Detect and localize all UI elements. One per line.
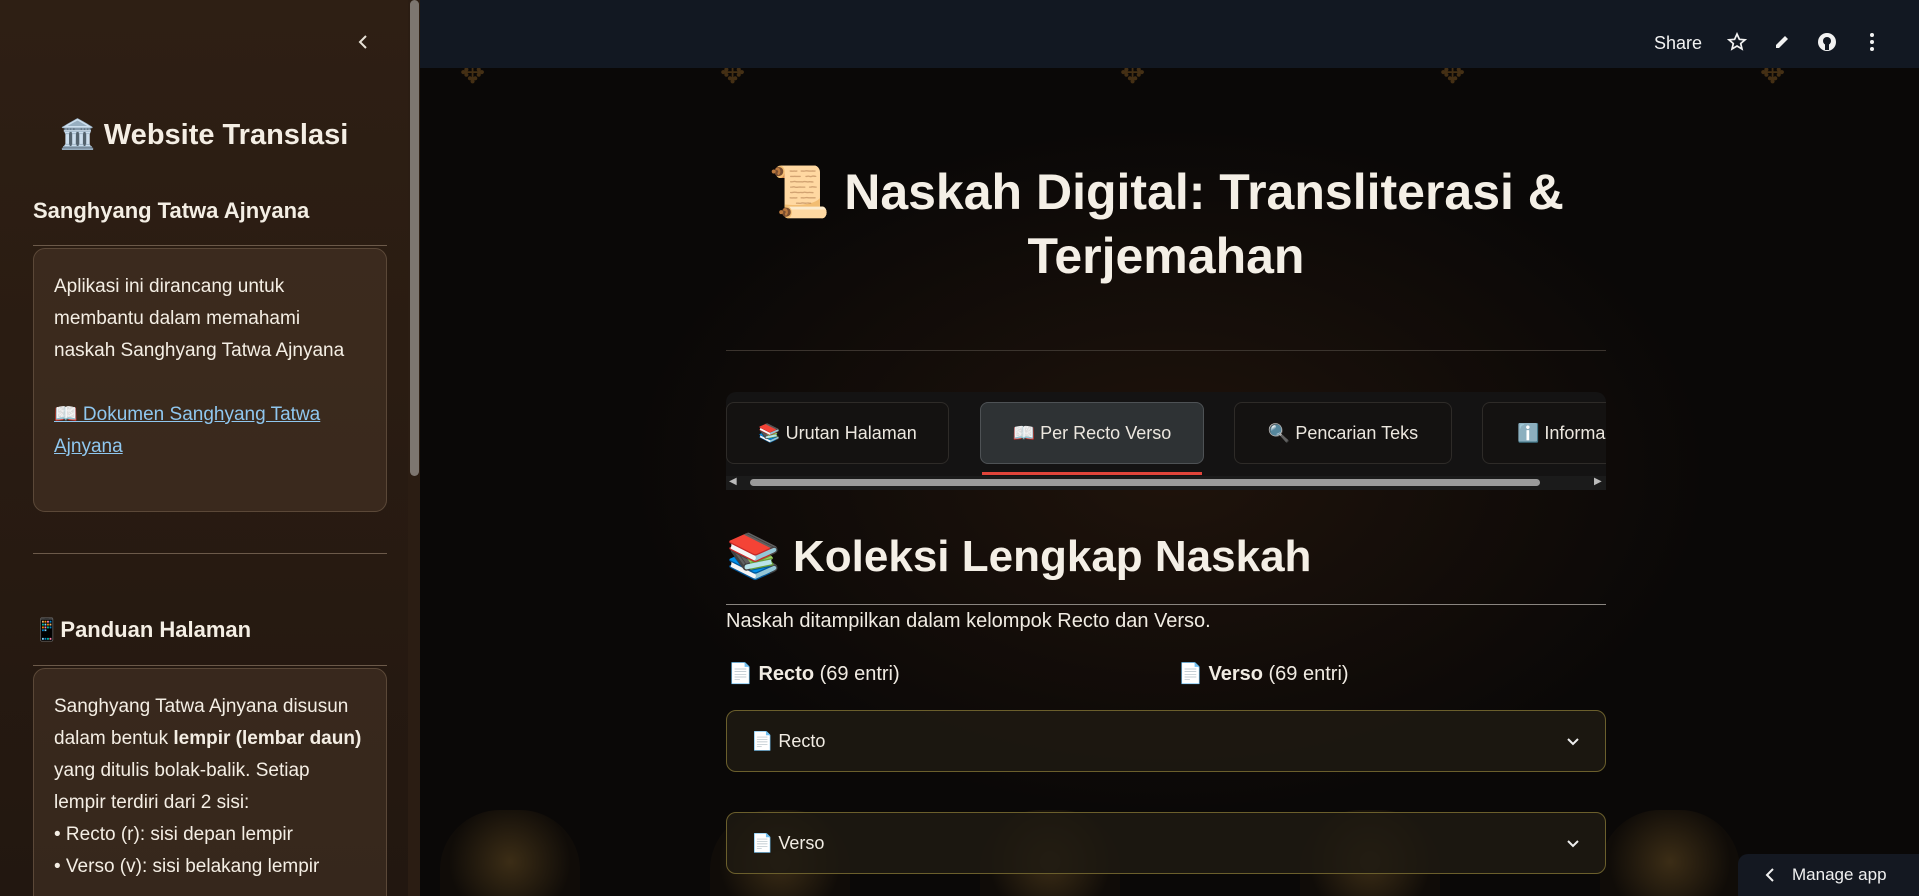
tab-pencarian-teks[interactable]: 🔍 Pencarian Teks	[1234, 402, 1452, 464]
verso-summary-count: (69 entri)	[1268, 663, 1349, 685]
collapse-sidebar-button[interactable]	[352, 30, 376, 54]
edit-pencil-icon[interactable]	[1771, 31, 1793, 53]
divider	[726, 604, 1606, 605]
verso-summary-label: Verso	[1208, 663, 1263, 685]
manage-app-button[interactable]: Manage app	[1738, 854, 1919, 896]
divider	[33, 665, 387, 666]
scroll-left-arrow-icon[interactable]: ◀	[729, 476, 737, 487]
expander-label: 📄 Verso	[751, 832, 825, 853]
active-tab-indicator	[982, 472, 1202, 475]
verso-summary: 📄 Verso (69 entri)	[1178, 661, 1349, 686]
document-link[interactable]: 📖 Dokumen Sanghyang Tatwa Ajnyana	[54, 399, 366, 463]
more-menu-icon[interactable]	[1861, 31, 1883, 53]
divider	[33, 245, 387, 246]
chevron-left-icon	[358, 35, 367, 49]
verso-expander[interactable]: 📄 Verso	[726, 812, 1606, 874]
intro-text: Aplikasi ini dirancang untuk membantu da…	[54, 276, 345, 361]
section-description: Naskah ditampilkan dalam kelompok Recto …	[726, 610, 1211, 632]
sidebar-heading-naskah: Sanghyang Tatwa Ajnyana	[33, 198, 310, 223]
github-icon[interactable]	[1816, 31, 1838, 53]
tab-scrollbar-thumb[interactable]	[750, 479, 1540, 486]
sidebar-scrollbar-thumb[interactable]	[410, 0, 419, 476]
scroll-right-arrow-icon[interactable]: ▶	[1594, 476, 1602, 487]
page-title: 📜 Naskah Digital: Transliterasi & Terjem…	[768, 164, 1564, 284]
top-toolbar: Share	[420, 0, 1919, 68]
document-icon: 📄	[1178, 663, 1209, 685]
ornament-bottom	[1600, 810, 1740, 896]
recto-summary-count: (69 entri)	[819, 663, 900, 685]
recto-expander[interactable]: 📄 Recto	[726, 710, 1606, 772]
chevron-down-icon	[1567, 840, 1579, 848]
divider	[726, 350, 1606, 351]
section-heading: 📚 Koleksi Lengkap Naskah	[726, 532, 1312, 581]
sidebar: 🏛️ Website Translasi Sanghyang Tatwa Ajn…	[0, 0, 408, 896]
tab-per-recto-verso[interactable]: 📖 Per Recto Verso	[980, 402, 1204, 464]
guide-bullet-recto: • Recto (r): sisi depan lempir	[54, 824, 293, 845]
document-icon: 📄	[728, 663, 759, 685]
expander-label: 📄 Recto	[751, 730, 826, 751]
divider	[33, 553, 387, 554]
guide-card: Sanghyang Tatwa Ajnyana disusun dalam be…	[33, 668, 387, 896]
guide-text-2: yang ditulis bolak-balik. Setiap lempir …	[54, 760, 310, 813]
ornament-bottom	[440, 810, 580, 896]
guide-bullet-verso: • Verso (v): sisi belakang lempir	[54, 856, 320, 877]
star-icon[interactable]	[1726, 31, 1748, 53]
tab-urutan-halaman[interactable]: 📚 Urutan Halaman	[726, 402, 949, 464]
guide-bold-text: lempir (lembar daun)	[173, 728, 362, 749]
share-button[interactable]: Share	[1654, 33, 1702, 54]
manage-app-label: Manage app	[1792, 865, 1887, 884]
recto-summary: 📄 Recto (69 entri)	[728, 661, 900, 686]
chevron-down-icon	[1567, 738, 1579, 746]
tab-informasi[interactable]: ℹ️ Informasi	[1482, 402, 1606, 464]
sidebar-title: 🏛️ Website Translasi	[59, 119, 349, 151]
intro-card: Aplikasi ini dirancang untuk membantu da…	[33, 248, 387, 512]
recto-summary-label: Recto	[758, 663, 815, 685]
chevron-left-icon	[1765, 868, 1774, 882]
sidebar-heading-panduan: 📱Panduan Halaman	[33, 617, 252, 642]
